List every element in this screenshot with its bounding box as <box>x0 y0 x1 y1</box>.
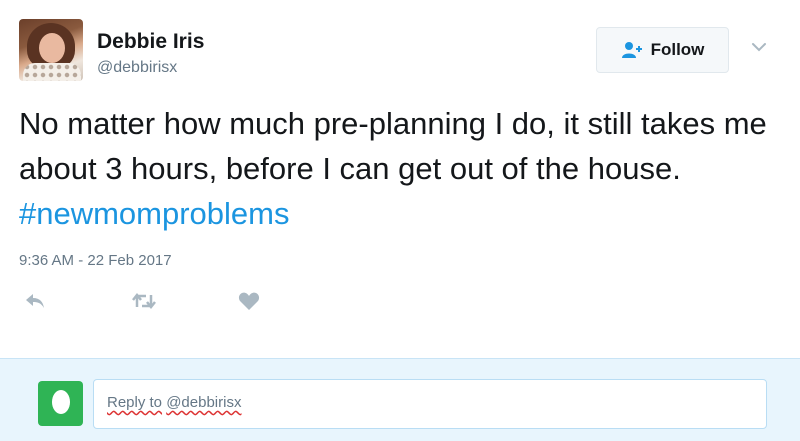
follow-button-label: Follow <box>650 40 705 59</box>
reply-bar: Reply to @debbirisx <box>0 358 800 441</box>
user-avatar[interactable] <box>19 19 83 81</box>
user-display-name[interactable]: Debbie Iris <box>97 30 204 54</box>
heart-icon <box>238 291 260 316</box>
reply-input[interactable]: Reply to @debbirisx <box>93 379 767 429</box>
hashtag-link[interactable]: #newmomproblems <box>19 196 290 231</box>
retweet-button[interactable] <box>131 292 157 314</box>
user-handle[interactable]: @debbirisx <box>97 59 177 77</box>
chevron-down-icon <box>751 39 767 57</box>
current-user-avatar <box>38 381 83 426</box>
follow-button[interactable]: Follow <box>596 27 729 73</box>
reply-button[interactable] <box>22 292 48 314</box>
tweet-card: Debbie Iris @debbirisx Follow No matter … <box>0 0 800 358</box>
retweet-icon <box>131 292 157 315</box>
reply-placeholder-prefix: Reply to <box>107 394 163 411</box>
tweet-timestamp[interactable]: 9:36 AM - 22 Feb 2017 <box>19 252 172 269</box>
egg-icon <box>50 387 72 420</box>
tweet-body: No matter how much pre-planning I do, it… <box>19 106 767 186</box>
avatar-face <box>39 33 65 63</box>
add-user-icon <box>621 41 643 59</box>
reply-placeholder-handle: @debbirisx <box>166 394 242 411</box>
reply-icon <box>24 292 46 315</box>
more-options-button[interactable] <box>748 38 770 58</box>
like-button[interactable] <box>236 292 262 314</box>
avatar-shirt <box>23 63 81 81</box>
tweet-text: No matter how much pre-planning I do, it… <box>19 101 779 236</box>
